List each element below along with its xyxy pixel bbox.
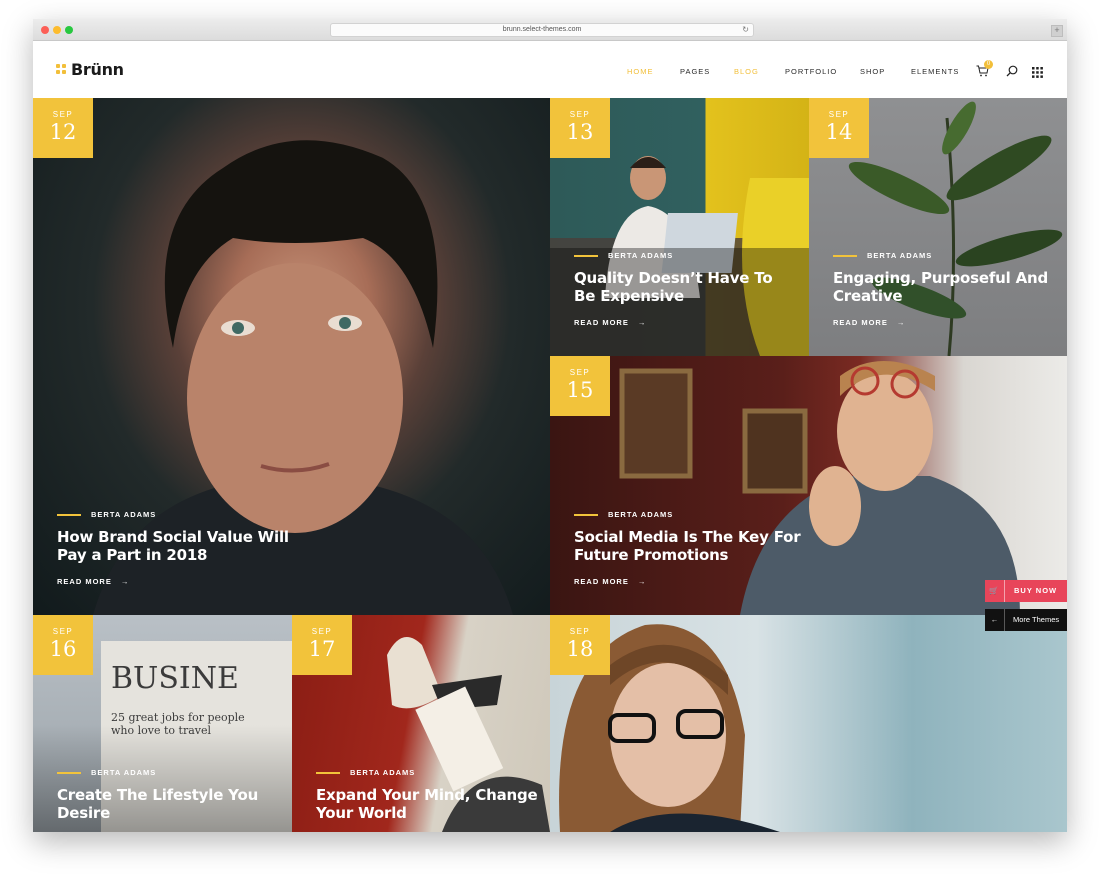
post-author[interactable]: BERTA ADAMS: [867, 251, 932, 260]
cart-icon: 🛒: [985, 580, 1005, 602]
author-row: BERTA ADAMS: [574, 510, 673, 519]
nav-blog[interactable]: BLOG: [734, 67, 759, 76]
post-card[interactable]: SEP 18: [550, 615, 1067, 832]
arrow-right-icon: →: [637, 318, 647, 327]
read-more-link[interactable]: READ MORE →: [833, 318, 905, 327]
search-button[interactable]: [1006, 64, 1018, 82]
read-more-label: READ MORE: [574, 577, 629, 586]
post-card[interactable]: SEP 17 BERTA ADAMS Expand Your Mind, Chan…: [292, 615, 550, 832]
date-day: 14: [825, 120, 853, 144]
post-card[interactable]: SEP 14 BERTA ADAMS Engaging, Purposeful A…: [809, 98, 1067, 356]
buy-now-label: BUY NOW: [1014, 586, 1058, 595]
arrow-left-icon: ←: [985, 609, 1005, 631]
arrow-right-icon: →: [637, 577, 647, 586]
buy-now-button[interactable]: 🛒 BUY NOW: [985, 580, 1067, 602]
url-text: brunn.select-themes.com: [502, 26, 582, 33]
post-card[interactable]: BUSINE 25 great jobs for people who love…: [33, 615, 292, 832]
read-more-link[interactable]: READ MORE →: [574, 577, 646, 586]
date-day: 15: [566, 378, 594, 402]
post-title[interactable]: Quality Doesn’t Have To Be Expensive: [574, 269, 784, 305]
author-divider: [316, 771, 340, 774]
author-row: BERTA ADAMS: [57, 768, 156, 777]
nav-portfolio[interactable]: PORTFOLIO: [785, 67, 837, 76]
post-author[interactable]: BERTA ADAMS: [91, 510, 156, 519]
post-author[interactable]: BERTA ADAMS: [91, 768, 156, 777]
date-badge: SEP 15: [550, 356, 610, 416]
post-author[interactable]: BERTA ADAMS: [608, 510, 673, 519]
author-divider: [833, 254, 857, 257]
post-title[interactable]: Engaging, Purposeful And Creative: [833, 269, 1058, 305]
maximize-window-button[interactable]: [65, 26, 73, 34]
date-month: SEP: [569, 368, 591, 377]
nav-shop[interactable]: SHOP: [860, 67, 885, 76]
woman-with-glasses-image: [559, 624, 780, 832]
post-author[interactable]: BERTA ADAMS: [608, 251, 673, 260]
author-row: BERTA ADAMS: [574, 251, 673, 260]
read-more-label: READ MORE: [57, 577, 112, 586]
minimize-window-button[interactable]: [53, 26, 61, 34]
logo-mark-icon: [56, 64, 67, 75]
cart-button[interactable]: 0: [976, 60, 993, 82]
close-window-button[interactable]: [41, 26, 49, 34]
post-card[interactable]: SEP 13 BERTA ADAMS Quality Doesn’t Have T…: [550, 98, 809, 356]
date-badge: SEP 16: [33, 615, 93, 675]
read-more-link[interactable]: READ MORE →: [574, 318, 646, 327]
date-day: 17: [308, 637, 336, 661]
post-title[interactable]: How Brand Social Value Will Pay a Part i…: [57, 528, 317, 564]
author-row: BERTA ADAMS: [833, 251, 932, 260]
site-header: Brünn HOME PAGES BLOG PORTFOLIO SHOP ELE…: [33, 41, 1067, 98]
cart-count-badge: 0: [984, 60, 993, 69]
more-themes-button[interactable]: ← More Themes: [985, 609, 1067, 631]
browser-window: brunn.select-themes.com ↻ + Brünn HOME P…: [33, 19, 1067, 832]
date-badge: SEP 14: [809, 98, 869, 158]
browser-toolbar: brunn.select-themes.com ↻ +: [33, 19, 1067, 41]
grid-menu-icon: [1032, 67, 1043, 78]
address-bar[interactable]: brunn.select-themes.com ↻: [330, 23, 754, 37]
post-title[interactable]: Expand Your Mind, Change Your World: [316, 786, 541, 822]
post-card[interactable]: SEP 12 BERTA ADAMS How Brand Social Value…: [33, 98, 550, 615]
date-month: SEP: [52, 110, 74, 119]
arrow-right-icon: →: [120, 577, 130, 586]
grid-menu-button[interactable]: [1032, 65, 1043, 83]
arrow-right-icon: →: [896, 318, 906, 327]
date-day: 16: [49, 637, 77, 661]
nav-elements[interactable]: ELEMENTS: [911, 67, 959, 76]
reload-icon[interactable]: ↻: [742, 24, 749, 36]
date-badge: SEP 17: [292, 615, 352, 675]
date-badge: SEP 18: [550, 615, 610, 675]
date-month: SEP: [311, 627, 333, 636]
read-more-label: READ MORE: [833, 318, 888, 327]
nav-home[interactable]: HOME: [627, 67, 654, 76]
post-card[interactable]: SEP 15 BERTA ADAMS Social Media Is The Ke…: [550, 356, 1067, 615]
date-badge: SEP 12: [33, 98, 93, 158]
search-icon: [1006, 65, 1018, 77]
author-divider: [57, 513, 81, 516]
read-more-link[interactable]: READ MORE →: [57, 577, 129, 586]
author-divider: [574, 513, 598, 516]
date-day: 13: [566, 120, 594, 144]
newspaper-headline: BUSINE: [111, 661, 239, 696]
date-day: 18: [566, 637, 594, 661]
author-divider: [57, 771, 81, 774]
site-logo[interactable]: Brünn: [56, 60, 124, 79]
logo-text: Brünn: [71, 60, 124, 79]
author-row: BERTA ADAMS: [57, 510, 156, 519]
read-more-label: READ MORE: [574, 318, 629, 327]
date-month: SEP: [52, 627, 74, 636]
author-row: BERTA ADAMS: [316, 768, 415, 777]
date-day: 12: [49, 120, 77, 144]
nav-pages[interactable]: PAGES: [680, 67, 710, 76]
author-divider: [574, 254, 598, 257]
more-themes-label: More Themes: [1013, 615, 1060, 624]
post-author[interactable]: BERTA ADAMS: [350, 768, 415, 777]
post-title[interactable]: Create The Lifestyle You Desire: [57, 786, 287, 822]
new-tab-button[interactable]: +: [1051, 25, 1063, 37]
date-month: SEP: [569, 627, 591, 636]
post-title[interactable]: Social Media Is The Key For Future Promo…: [574, 528, 809, 564]
date-badge: SEP 13: [550, 98, 610, 158]
date-month: SEP: [828, 110, 850, 119]
date-month: SEP: [569, 110, 591, 119]
